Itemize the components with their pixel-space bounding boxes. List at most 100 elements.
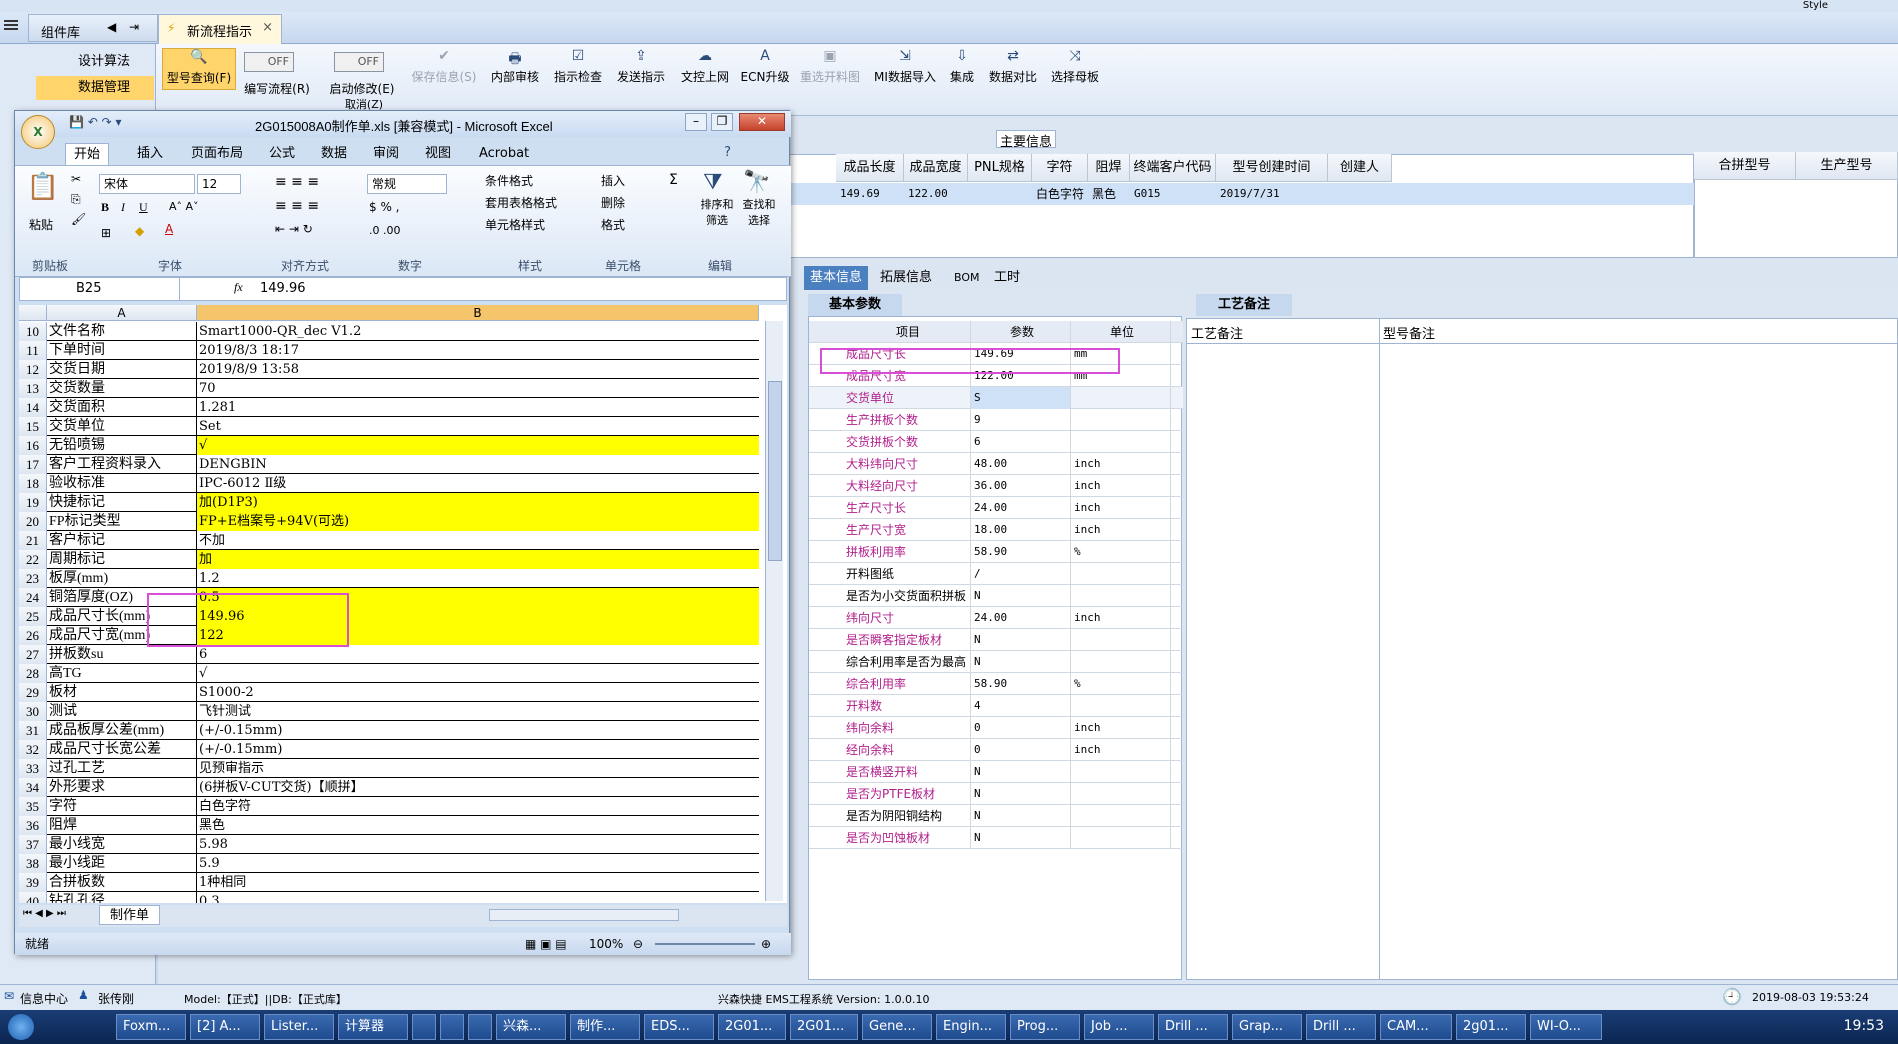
row-number[interactable]: 34 (19, 778, 47, 797)
row-number[interactable]: 32 (19, 740, 47, 759)
cell-a[interactable]: 板厚(mm) (47, 569, 197, 588)
delete-cells-button[interactable]: 删除 (601, 194, 625, 211)
taskbar-item[interactable] (412, 1014, 436, 1040)
row-number[interactable]: 31 (19, 721, 47, 740)
cell-a[interactable]: 验收标准 (47, 474, 197, 493)
cell-b[interactable]: (+/-0.15mm) (197, 740, 759, 759)
cell-b[interactable]: 2019/8/9 13:58 (197, 360, 759, 379)
param-row[interactable]: 综合利用率是否为最高 N (809, 651, 1183, 673)
row-number[interactable]: 26 (19, 626, 47, 645)
percent-icon[interactable]: $ % , (369, 200, 399, 214)
tab-basic-info[interactable]: 基本信息 (804, 266, 869, 290)
copy-icon[interactable]: ⎘ (71, 192, 81, 207)
row-number[interactable]: 24 (19, 588, 47, 607)
param-value[interactable]: 18.00 (971, 519, 1071, 541)
param-value[interactable]: 36.00 (971, 475, 1071, 497)
cell-b[interactable]: √ (197, 436, 759, 455)
param-row[interactable]: 是否为阴阳铜结构 N (809, 805, 1183, 827)
taskbar-item[interactable]: Gene... (862, 1014, 932, 1040)
row-number[interactable]: 18 (19, 474, 47, 493)
close-icon[interactable]: ✕ (739, 113, 785, 131)
cell-a[interactable]: 字符 (47, 797, 197, 816)
taskbar-item[interactable]: WI-O... (1530, 1014, 1602, 1040)
param-row[interactable]: 生产尺寸宽 18.00 inch (809, 519, 1183, 541)
row-number[interactable]: 14 (19, 398, 47, 417)
component-library-header[interactable]: 组件库 ◀ ⇥ (28, 14, 158, 42)
cell-b[interactable]: FP+E档案号+94V(可选) (197, 512, 759, 531)
cell-a[interactable]: 文件名称 (47, 322, 197, 341)
row-number[interactable]: 29 (19, 683, 47, 702)
param-value[interactable]: 6 (971, 431, 1071, 453)
row-number[interactable]: 23 (19, 569, 47, 588)
font-size-select[interactable]: 12 (197, 174, 241, 194)
param-value[interactable]: N (971, 629, 1071, 651)
close-icon[interactable]: × (262, 20, 273, 35)
param-row[interactable]: 开料图纸 / (809, 563, 1183, 585)
param-value[interactable]: N (971, 761, 1071, 783)
row-number[interactable]: 33 (19, 759, 47, 778)
row-number[interactable]: 37 (19, 835, 47, 854)
cell-b[interactable]: 不加 (197, 531, 759, 550)
cell-a[interactable]: 周期标记 (47, 550, 197, 569)
excel-window[interactable]: X 💾 ↶ ↷ ▾ 2G015008A0制作单.xls [兼容模式] - Mic… (14, 110, 791, 955)
param-value[interactable]: 0 (971, 717, 1071, 739)
sidebar-item-design-algorithm[interactable]: 设计算法 (36, 50, 154, 74)
sheet-tab-make-order[interactable]: 制作单 (99, 905, 161, 925)
row-number[interactable]: 19 (19, 493, 47, 512)
sheet-nav-icon[interactable]: ⏮ ◀ ▶ ⏭ (23, 908, 66, 919)
param-row[interactable]: 交货拼板个数 6 (809, 431, 1183, 453)
col-header-item[interactable]: 项目 (843, 321, 971, 343)
tab-bom[interactable]: BOM (948, 266, 986, 290)
taskbar-item[interactable]: 兴森... (496, 1014, 566, 1040)
taskbar-item[interactable]: 计算器 (338, 1014, 408, 1040)
number-format-select[interactable]: 常规 (367, 174, 447, 194)
column-header-b[interactable]: B (197, 305, 759, 321)
ecn-upgrade-button[interactable]: A ECN升级 (740, 48, 790, 85)
row-number[interactable]: 27 (19, 645, 47, 664)
doc-tab-new-flow[interactable]: ⚡ 新流程指示 × (158, 14, 282, 44)
taskbar-item[interactable]: Prog... (1010, 1014, 1080, 1040)
cell-b[interactable]: 2019/8/3 18:17 (197, 341, 759, 360)
row-number[interactable]: 30 (19, 702, 47, 721)
cell-b[interactable]: 5.9 (197, 854, 759, 873)
italic-button[interactable]: I (121, 200, 125, 215)
cell-a[interactable]: 快捷标记 (47, 493, 197, 512)
param-value[interactable]: 58.90 (971, 541, 1071, 563)
quick-access-toolbar[interactable]: 💾 ↶ ↷ ▾ (69, 115, 122, 129)
cell-b[interactable]: 5.98 (197, 835, 759, 854)
row-number[interactable]: 16 (19, 436, 47, 455)
cell-a[interactable]: 阻焊 (47, 816, 197, 835)
col-header-mask[interactable]: 阻焊 (1088, 154, 1130, 182)
param-row[interactable]: 是否为PTFE板材 N (809, 783, 1183, 805)
insert-cells-button[interactable]: 插入 (601, 172, 625, 189)
cell-a[interactable]: FP标记类型 (47, 512, 197, 531)
param-row[interactable]: 生产拼板个数 9 (809, 409, 1183, 431)
horizontal-scrollbar[interactable] (489, 909, 679, 921)
cell-b[interactable]: 1.2 (197, 569, 759, 588)
taskbar-item[interactable]: Job ... (1084, 1014, 1154, 1040)
col-header-width[interactable]: 成品宽度 (904, 154, 968, 182)
cell-a[interactable]: 下单时间 (47, 341, 197, 360)
taskbar-item[interactable]: Engin... (936, 1014, 1006, 1040)
taskbar-item[interactable]: [2] A... (190, 1014, 260, 1040)
cell-b[interactable]: S1000-2 (197, 683, 759, 702)
col-header-unit[interactable]: 单位 (1071, 321, 1171, 343)
cell-a[interactable]: 最小线距 (47, 854, 197, 873)
cell-a[interactable]: 交货数量 (47, 379, 197, 398)
cell-a[interactable]: 板材 (47, 683, 197, 702)
format-cells-button[interactable]: 格式 (601, 216, 625, 233)
info-center-link[interactable]: 信息中心 (20, 990, 68, 1007)
param-row[interactable]: 生产尺寸长 24.00 inch (809, 497, 1183, 519)
tab-formulas[interactable]: 公式 (261, 143, 303, 165)
param-value[interactable]: S (971, 387, 1071, 409)
find-select-button[interactable]: 查找和选择 (739, 196, 779, 228)
col-header-client-code[interactable]: 终端客户代码 (1130, 154, 1216, 182)
cell-b[interactable]: Smart1000-QR_dec V1.2 (197, 322, 759, 341)
indent-icon[interactable]: ⇤ ⇥ ↻ (275, 222, 313, 236)
cell-b[interactable]: 白色字符 (197, 797, 759, 816)
col-header-pnl[interactable]: PNL规格 (968, 154, 1032, 182)
col-header-production-model[interactable]: 生产型号 (1796, 152, 1898, 180)
font-color-icon[interactable]: A (165, 222, 173, 236)
cell-a[interactable]: 交货单位 (47, 417, 197, 436)
row-number[interactable]: 11 (19, 341, 47, 360)
